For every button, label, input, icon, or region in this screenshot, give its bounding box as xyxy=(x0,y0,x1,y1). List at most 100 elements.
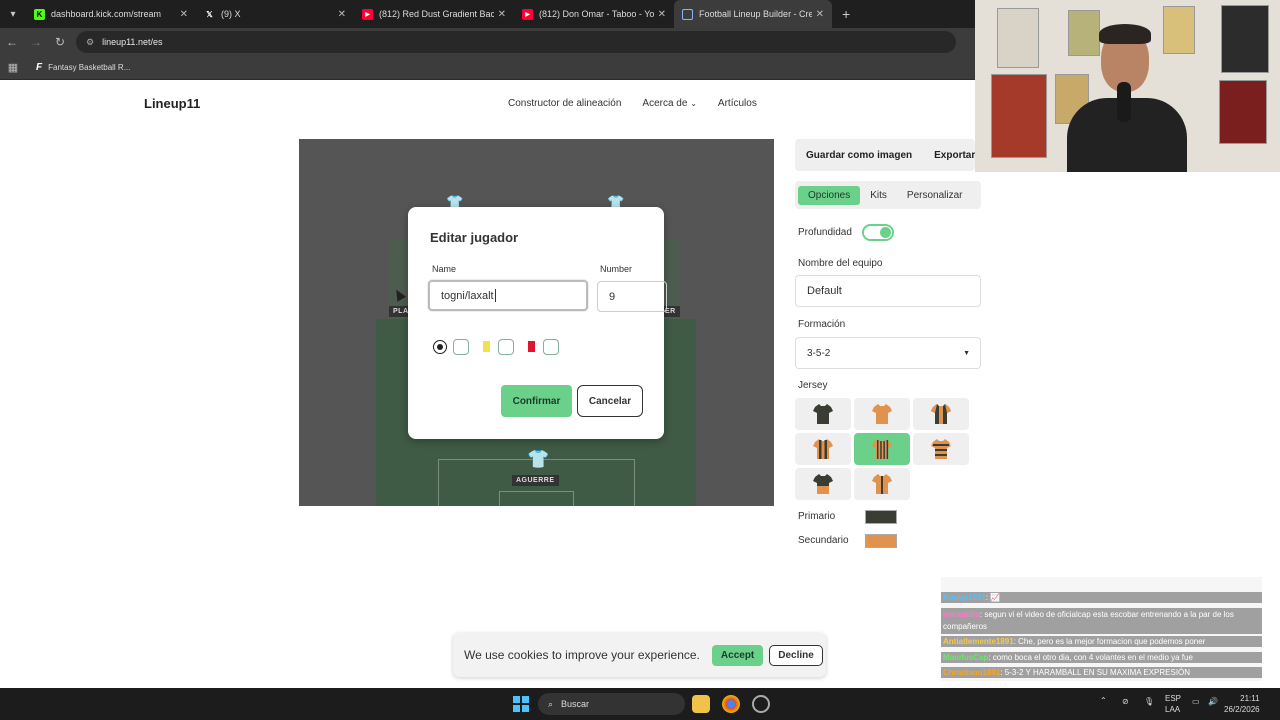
close-tab-icon[interactable]: ✕ xyxy=(658,9,666,20)
poster-image xyxy=(991,74,1047,158)
chrome-icon[interactable] xyxy=(722,695,740,713)
option-radio-selected[interactable] xyxy=(433,340,447,354)
tab-title: dashboard.kick.com/stream xyxy=(51,9,162,19)
browser-tab-youtube-2[interactable]: ▶ (812) Don Omar - Taboo - YouT ✕ xyxy=(514,0,674,28)
lang-code: ESP xyxy=(1165,694,1182,703)
jersey-grid xyxy=(795,398,975,500)
yellow-card-icon xyxy=(483,341,490,352)
tab-title: (9) X xyxy=(221,9,241,19)
team-name-input[interactable]: Default xyxy=(795,275,981,307)
formation-value: 3-5-2 xyxy=(807,347,831,359)
goalkeeper-shirt-icon[interactable]: 👕 xyxy=(527,449,549,469)
x-icon: 𝕏 xyxy=(206,9,213,19)
browser-tab-youtube-1[interactable]: ▶ (812) Red Dust Gradient Backgr ✕ xyxy=(354,0,514,28)
new-tab-icon[interactable]: + xyxy=(842,6,850,22)
depth-label: Profundidad xyxy=(798,227,852,238)
red-card-checkbox[interactable] xyxy=(543,339,559,355)
nav-about[interactable]: Acerca de ⌄ xyxy=(642,98,697,109)
tab-options[interactable]: Opciones xyxy=(798,185,861,205)
depth-toggle[interactable] xyxy=(862,224,894,241)
network-icon[interactable]: ⊘ xyxy=(1122,697,1129,706)
mic-icon[interactable]: 🎙 xyxy=(1144,697,1154,706)
windows-start-icon[interactable] xyxy=(513,696,529,712)
player-number-input[interactable]: 9 xyxy=(597,281,667,312)
tray-chevron-up-icon[interactable]: ⌃ xyxy=(1100,696,1107,705)
nav-lineup-builder[interactable]: Constructor de alineación xyxy=(508,98,621,109)
file-explorer-icon[interactable] xyxy=(692,695,710,713)
chat-message: nvcastillo: segun vi el video de oficial… xyxy=(941,608,1262,634)
jersey-option[interactable] xyxy=(795,433,851,465)
lineup-icon xyxy=(682,8,693,20)
jersey-option[interactable] xyxy=(913,433,969,465)
poster-image xyxy=(1221,5,1269,73)
tab-kits[interactable]: Kits xyxy=(860,186,897,205)
url-field[interactable]: ⚙ lineup11.net/es xyxy=(76,31,956,53)
accept-cookies-button[interactable]: Accept xyxy=(711,644,764,666)
close-tab-icon[interactable]: ✕ xyxy=(180,9,188,20)
tab-search-icon[interactable]: ▾ xyxy=(0,0,26,28)
back-icon[interactable]: ← xyxy=(0,35,24,49)
site-logo[interactable]: Lineup11 xyxy=(144,96,200,111)
decline-cookies-button[interactable]: Decline xyxy=(769,644,823,666)
jersey-option[interactable] xyxy=(795,398,851,430)
save-as-image-button[interactable]: Guardar como imagen xyxy=(806,150,912,161)
volume-icon[interactable]: 🔊 xyxy=(1208,697,1218,706)
secondary-color-label: Secundario xyxy=(798,535,849,546)
display-icon[interactable]: ▭ xyxy=(1192,697,1200,706)
confirm-button[interactable]: Confirmar xyxy=(501,385,572,417)
clock-time: 21:11 xyxy=(1240,694,1260,703)
yellow-card-checkbox[interactable] xyxy=(498,339,514,355)
browser-tab-lineup[interactable]: Football Lineup Builder - Create ✕ xyxy=(674,0,832,28)
player-name-tag[interactable]: AGUERRE xyxy=(512,475,559,486)
taskbar-search[interactable]: ⌕ Buscar xyxy=(538,693,685,715)
jersey-option-selected[interactable] xyxy=(854,433,910,465)
bookmark-fantasy-basketball[interactable]: F Fantasy Basketball R... xyxy=(36,62,130,73)
close-tab-icon[interactable]: ✕ xyxy=(338,9,346,20)
primary-color-label: Primario xyxy=(798,511,836,522)
windows-taskbar: ⌕ Buscar ⌃ ⊘ 🎙 ESP LAA ▭ 🔊 21:11 26/2/20… xyxy=(0,688,1280,720)
player-name-input[interactable]: togni/laxalt xyxy=(428,280,588,311)
browser-tab-x[interactable]: 𝕏 (9) X ✕ xyxy=(196,0,354,28)
jersey-option[interactable] xyxy=(795,468,851,500)
cancel-button[interactable]: Cancelar xyxy=(577,385,643,417)
reload-icon[interactable]: ↻ xyxy=(48,35,72,49)
secondary-color-swatch[interactable] xyxy=(865,534,897,548)
nav-about-label: Acerca de xyxy=(642,97,688,109)
chat-text: : Che, pero es la mejor formacion que po… xyxy=(1013,637,1206,646)
option-checkbox[interactable] xyxy=(453,339,469,355)
primary-color-swatch[interactable] xyxy=(865,510,897,524)
microphone xyxy=(1117,82,1131,122)
poster-image xyxy=(997,8,1039,68)
site-info-icon[interactable]: ⚙ xyxy=(86,37,94,48)
chat-user: nvcastillo xyxy=(943,610,980,619)
keyboard-lang[interactable]: ESP LAA xyxy=(1165,693,1181,715)
browser-tab-kick[interactable]: K dashboard.kick.com/stream ✕ xyxy=(26,0,196,28)
search-icon: ⌕ xyxy=(548,698,554,709)
close-tab-icon[interactable]: ✕ xyxy=(498,9,506,20)
site-header: Lineup11 Constructor de alineación Acerc… xyxy=(0,80,975,126)
forward-icon[interactable]: → xyxy=(24,35,48,49)
jersey-label: Jersey xyxy=(798,380,828,391)
jersey-option[interactable] xyxy=(854,468,910,500)
player-number-value: 9 xyxy=(609,290,616,303)
youtube-icon: ▶ xyxy=(522,8,533,20)
chat-text: : 📈 xyxy=(985,593,1001,602)
system-clock[interactable]: 21:11 26/2/2026 xyxy=(1224,693,1260,715)
player-name-value: togni/laxalt xyxy=(441,289,494,302)
apps-grid-icon[interactable]: ▦ xyxy=(0,61,26,74)
close-tab-icon[interactable]: ✕ xyxy=(816,9,824,20)
nav-articles[interactable]: Artículos xyxy=(718,98,757,109)
number-label: Number xyxy=(600,264,633,274)
chat-user: Kouyo1891 xyxy=(943,593,986,602)
poster-image xyxy=(1068,10,1100,56)
jersey-option[interactable] xyxy=(913,398,969,430)
text-caret xyxy=(494,289,496,302)
jersey-option[interactable] xyxy=(854,398,910,430)
formation-select[interactable]: 3-5-2 ▼ xyxy=(795,337,981,369)
team-name-label: Nombre del equipo xyxy=(798,258,883,269)
tab-customize[interactable]: Personalizar xyxy=(897,186,973,205)
export-button[interactable]: Exportar xyxy=(934,150,975,161)
app-icon[interactable] xyxy=(752,695,770,713)
formation-label: Formación xyxy=(798,319,846,330)
jersey-half-icon xyxy=(813,474,833,494)
